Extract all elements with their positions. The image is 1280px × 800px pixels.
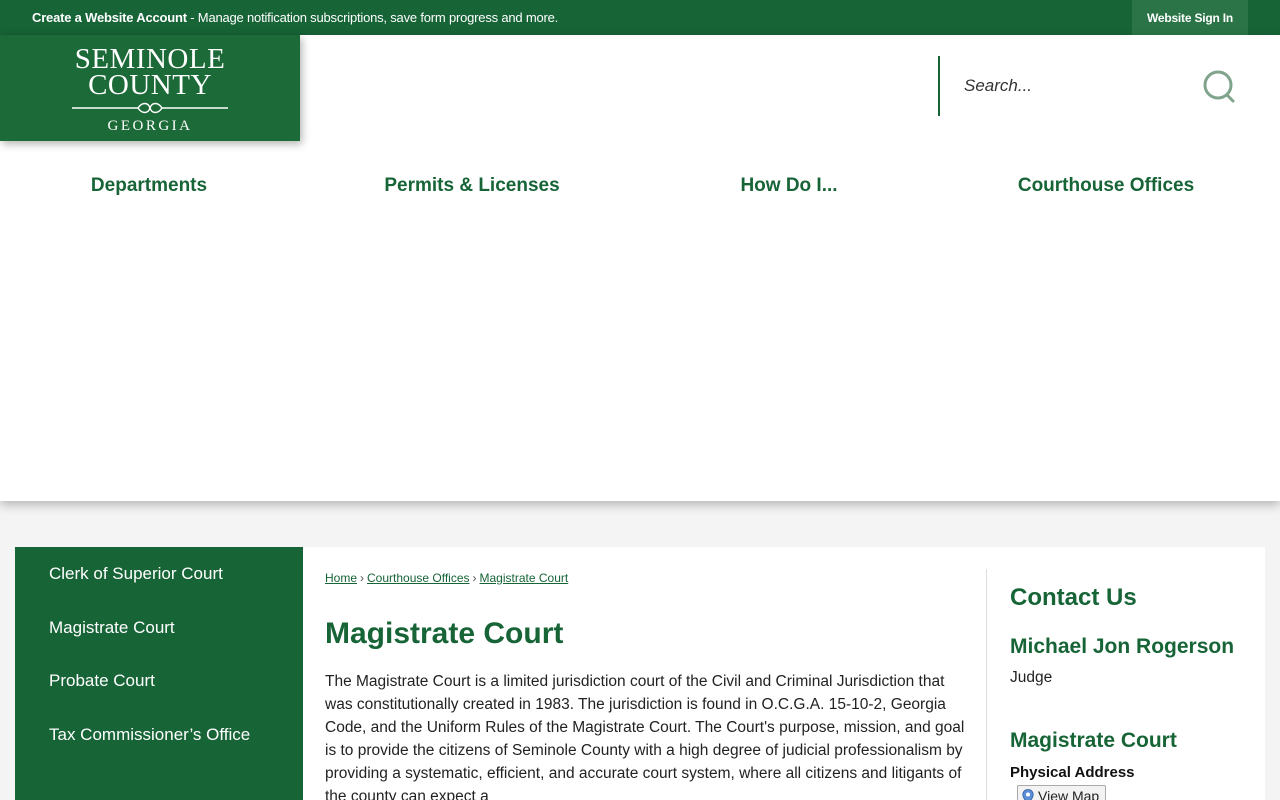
sidebar-item-magistrate-court[interactable]: Magistrate Court [49, 615, 279, 640]
contact-us-heading: Contact Us [1010, 584, 1137, 611]
account-message: Create a Website Account - Manage notifi… [32, 10, 558, 25]
breadcrumb-separator: › [360, 571, 365, 585]
nav-courthouse-offices[interactable]: Courthouse Offices [1018, 175, 1194, 197]
contact-person-name: Michael Jon Rogerson [1010, 635, 1235, 658]
nav-permits-licenses[interactable]: Permits & Licenses [384, 175, 559, 197]
website-sign-in-button[interactable]: Website Sign In [1132, 0, 1248, 35]
search-box [938, 56, 1248, 116]
page-body-text: The Magistrate Court is a limited jurisd… [325, 673, 965, 800]
seminole-county-logo[interactable]: SEMINOLE COUNTY GEORGIA [0, 35, 300, 141]
breadcrumb-magistrate-court[interactable]: Magistrate Court [480, 571, 569, 585]
nav-how-do-i[interactable]: How Do I... [740, 175, 837, 197]
search-icon[interactable] [1202, 70, 1236, 104]
top-utility-bar: Create a Website Account - Manage notifi… [0, 0, 1280, 35]
breadcrumb: Home › Courthouse Offices › Magistrate Court [325, 571, 568, 585]
content-divider [986, 569, 987, 800]
breadcrumb-separator: › [472, 571, 477, 585]
sidebar-navigation: Clerk of Superior Court Magistrate Court… [15, 547, 303, 800]
main-content: Home › Courthouse Offices › Magistrate Court… [303, 547, 1265, 800]
logo-line-2: COUNTY [88, 69, 212, 101]
page-title: Magistrate Court [325, 617, 564, 650]
physical-address-label: Physical Address [1010, 764, 1135, 781]
view-map-label: View Map [1038, 788, 1100, 800]
site-header: SEMINOLE COUNTY GEORGIA Departments Perm… [0, 35, 1280, 501]
sidebar-item-probate-court[interactable]: Probate Court [49, 668, 279, 693]
logo-flourish-icon [72, 102, 228, 114]
contact-person-role: Judge [1010, 669, 1053, 686]
search-input[interactable] [964, 74, 1184, 98]
sidebar-item-clerk-of-superior-court[interactable]: Clerk of Superior Court [49, 561, 279, 586]
map-pin-icon [1022, 789, 1034, 800]
create-account-link[interactable]: Create a Website Account [32, 10, 187, 25]
contact-office-name: Magistrate Court [1010, 729, 1177, 752]
account-message-text: - Manage notification subscriptions, sav… [186, 10, 559, 25]
logo-line-3: GEORGIA [107, 118, 193, 134]
sidebar-item-tax-commissioners-office[interactable]: Tax Commissioner’s Office [49, 722, 279, 747]
breadcrumb-courthouse-offices[interactable]: Courthouse Offices [367, 571, 470, 585]
nav-departments[interactable]: Departments [91, 175, 207, 197]
breadcrumb-home[interactable]: Home [325, 571, 357, 585]
view-map-button[interactable]: View Map [1017, 785, 1107, 800]
main-navigation: Departments Permits & Licenses How Do I.… [0, 175, 1280, 205]
